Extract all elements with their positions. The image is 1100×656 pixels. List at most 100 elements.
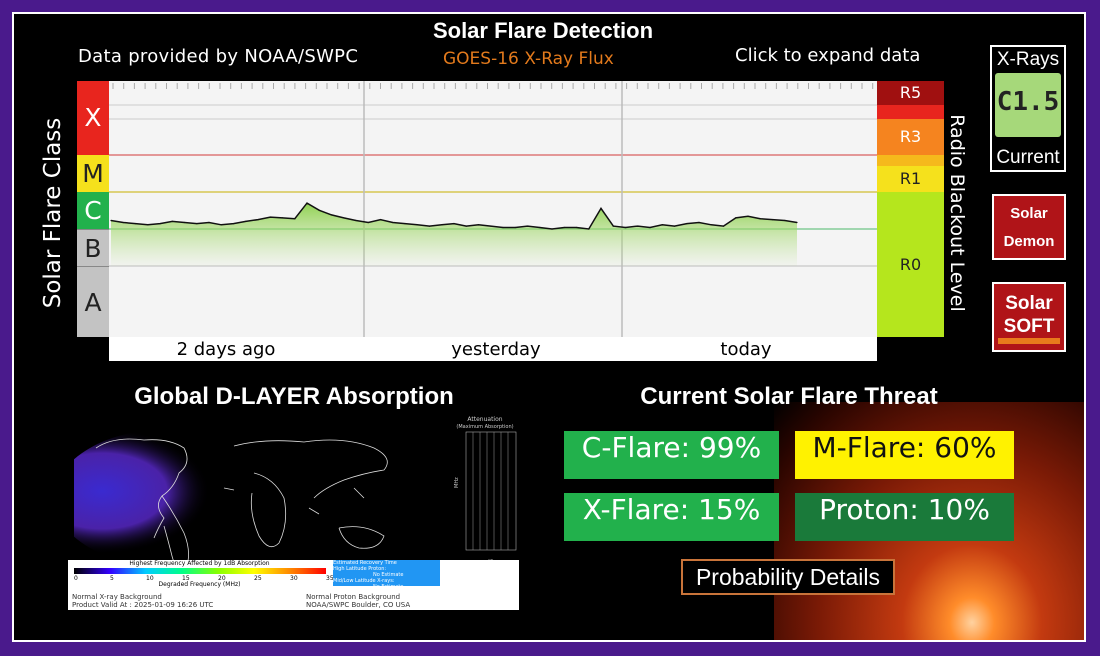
footer-source: NOAA/SWPC Boulder, CO USA bbox=[306, 601, 411, 609]
flux-point bbox=[355, 219, 357, 222]
class-x: X bbox=[77, 81, 109, 155]
flux-point bbox=[575, 226, 578, 229]
y2-axis-label: Radio Blackout Level bbox=[946, 114, 968, 312]
footer-xray-background: Normal X-ray Background bbox=[72, 593, 162, 601]
flux-point bbox=[330, 214, 333, 216]
xray-current-label: Current bbox=[996, 147, 1060, 168]
m-flare-probability[interactable]: M-Flare: 60% bbox=[795, 431, 1014, 479]
dlayer-title: Global D-LAYER Absorption bbox=[134, 383, 454, 410]
recovery-time-box: Estimated Recovery Time High Latitude Pr… bbox=[333, 560, 440, 590]
flux-point bbox=[649, 226, 651, 229]
attenuation-subtitle: (Maximum Absorption) bbox=[456, 424, 513, 430]
x-tick-yesterday: yesterday bbox=[451, 339, 541, 360]
xray-label: X-Rays bbox=[996, 49, 1060, 70]
threat-title: Current Solar Flare Threat bbox=[640, 383, 938, 410]
flux-point bbox=[637, 225, 639, 227]
flux-point bbox=[771, 219, 774, 221]
radio-r4-band bbox=[877, 105, 944, 119]
flux-point bbox=[232, 223, 235, 225]
flux-point bbox=[710, 224, 712, 226]
flux-point bbox=[159, 223, 161, 225]
flux-point bbox=[612, 225, 614, 227]
flux-point bbox=[784, 219, 786, 222]
flux-point bbox=[465, 225, 467, 227]
page-title: Solar Flare Detection bbox=[432, 18, 654, 43]
flux-point bbox=[257, 219, 259, 221]
flux-point bbox=[269, 216, 271, 218]
footer-proton-background: Normal Proton Background bbox=[306, 593, 401, 601]
expand-data-link[interactable]: Click to expand data bbox=[735, 45, 920, 66]
flux-point bbox=[392, 221, 394, 224]
flux-point bbox=[343, 217, 345, 219]
radio-r3: R3 bbox=[877, 119, 944, 155]
legend-title: Highest Frequency Affected by 1dB Absorp… bbox=[129, 560, 270, 567]
flux-point bbox=[477, 224, 480, 226]
radio-r5: R5 bbox=[877, 81, 944, 105]
flux-point bbox=[183, 221, 186, 224]
flux-point bbox=[747, 215, 749, 217]
solar-soft-line2: SOFT bbox=[1003, 316, 1055, 337]
flux-point bbox=[588, 228, 590, 230]
flux-point bbox=[661, 224, 663, 226]
attenuation-scale: Attenuation (Maximum Absorption) MHz dB bbox=[454, 416, 517, 564]
xray-current-value: C1.5 bbox=[996, 87, 1060, 117]
radio-r1: R1 bbox=[877, 166, 944, 192]
flux-point bbox=[563, 226, 565, 229]
xray-flux-chart[interactable]: 2 days ago yesterday today bbox=[109, 81, 877, 361]
legend-axis-label: Degraded Frequency (MHz) bbox=[158, 581, 241, 588]
chart-subtitle: GOES-16 X-Ray Flux bbox=[443, 49, 614, 69]
flux-point bbox=[514, 226, 516, 229]
solar-demon-line1: Solar bbox=[1010, 205, 1048, 222]
flux-point bbox=[110, 219, 112, 222]
class-c: C bbox=[77, 192, 109, 229]
class-m: M bbox=[77, 155, 109, 192]
flux-point bbox=[306, 202, 308, 204]
y-axis-label: Solar Flare Class bbox=[40, 117, 66, 309]
flux-point bbox=[220, 224, 222, 226]
x-flare-probability[interactable]: X-Flare: 15% bbox=[564, 493, 779, 541]
class-a: A bbox=[77, 266, 109, 337]
proton-probability[interactable]: Proton: 10% bbox=[795, 493, 1014, 541]
flux-point bbox=[281, 217, 284, 219]
x-tick-today: today bbox=[720, 339, 772, 360]
flux-point bbox=[122, 221, 124, 224]
attenuation-mhz-label: MHz bbox=[454, 477, 460, 488]
flux-point bbox=[526, 225, 529, 227]
flux-point bbox=[147, 224, 149, 226]
flux-point bbox=[490, 225, 492, 227]
flux-point bbox=[404, 223, 406, 225]
xray-value-panel: C1.5 bbox=[995, 73, 1061, 137]
radio-r0: R0 bbox=[877, 192, 944, 337]
flux-point bbox=[551, 228, 553, 230]
flux-point bbox=[245, 220, 247, 222]
flux-point bbox=[318, 209, 320, 211]
attenuation-title: Attenuation bbox=[467, 416, 502, 423]
probability-details-button[interactable]: Probability Details bbox=[681, 559, 895, 595]
flux-point bbox=[686, 223, 688, 225]
solar-demon-button[interactable]: Solar Demon bbox=[992, 194, 1066, 260]
flux-point bbox=[416, 224, 418, 226]
class-b: B bbox=[77, 229, 109, 266]
flux-point bbox=[379, 219, 382, 221]
xray-current-widget[interactable]: X-Rays C1.5 Current bbox=[990, 45, 1066, 172]
flux-point bbox=[294, 218, 296, 220]
x-tick-2-days-ago: 2 days ago bbox=[177, 339, 276, 360]
solar-soft-button[interactable]: Solar SOFT bbox=[992, 282, 1066, 352]
data-provider-label: Data provided by NOAA/SWPC bbox=[78, 46, 359, 67]
flux-point bbox=[367, 221, 369, 224]
dlayer-legend: Highest Frequency Affected by 1dB Absorp… bbox=[68, 560, 519, 610]
footer-valid-time: Product Valid At : 2025-01-09 16:26 UTC bbox=[72, 601, 214, 609]
frequency-legend: Highest Frequency Affected by 1dB Absorp… bbox=[68, 560, 334, 588]
flux-point bbox=[698, 221, 700, 224]
solar-soft-accent-bar bbox=[998, 338, 1060, 344]
flux-point bbox=[673, 225, 676, 227]
flux-point bbox=[134, 223, 137, 225]
flux-point bbox=[539, 226, 541, 229]
flux-point bbox=[208, 221, 210, 224]
radio-r2-band bbox=[877, 155, 944, 166]
c-flare-probability[interactable]: C-Flare: 99% bbox=[564, 431, 779, 479]
flux-point bbox=[453, 223, 455, 225]
solar-soft-line1: Solar bbox=[1005, 293, 1053, 314]
flux-point bbox=[759, 218, 761, 220]
recovery-mid-value: No Estimate bbox=[373, 584, 404, 590]
